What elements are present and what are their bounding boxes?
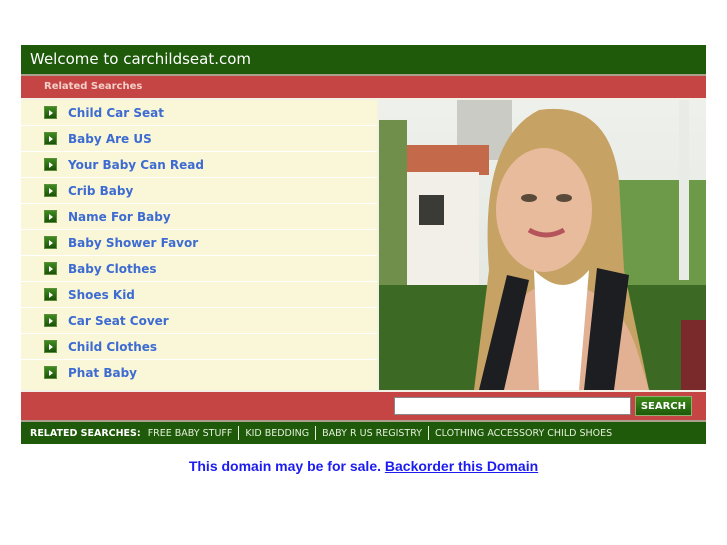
- backorder-link[interactable]: Backorder this Domain: [385, 458, 538, 474]
- search-bar: SEARCH: [21, 390, 706, 422]
- related-link[interactable]: Crib Baby: [68, 184, 133, 198]
- list-item[interactable]: Child Clothes: [21, 334, 377, 360]
- photo-illustration: [379, 100, 706, 390]
- arrow-bullet-icon: [44, 314, 57, 327]
- bottom-related-label: RELATED SEARCHES:: [30, 427, 141, 439]
- related-link[interactable]: Baby Shower Favor: [68, 236, 198, 250]
- related-searches-heading: Related Searches: [44, 81, 143, 92]
- list-item[interactable]: Baby Clothes: [21, 256, 377, 282]
- related-link[interactable]: Your Baby Can Read: [68, 158, 204, 172]
- content-area: Child Car Seat Baby Are US Your Baby Can…: [21, 100, 706, 390]
- list-item[interactable]: Name For Baby: [21, 204, 377, 230]
- list-item[interactable]: Your Baby Can Read: [21, 152, 377, 178]
- list-item[interactable]: Phat Baby: [21, 360, 377, 385]
- arrow-bullet-icon: [44, 262, 57, 275]
- arrow-bullet-icon: [44, 184, 57, 197]
- bottom-related-searches: RELATED SEARCHES: FREE BABY STUFF KID BE…: [21, 422, 706, 444]
- arrow-bullet-icon: [44, 210, 57, 223]
- related-link[interactable]: Phat Baby: [68, 366, 137, 380]
- arrow-bullet-icon: [44, 158, 57, 171]
- divider: [428, 426, 430, 440]
- related-searches-bar: Related Searches: [21, 76, 706, 100]
- arrow-bullet-icon: [44, 340, 57, 353]
- domain-sale-notice: This domain may be for sale. Backorder t…: [0, 458, 727, 474]
- bottom-related-link[interactable]: KID BEDDING: [245, 428, 309, 439]
- arrow-bullet-icon: [44, 366, 57, 379]
- arrow-bullet-icon: [44, 106, 57, 119]
- list-item[interactable]: Shoes Kid: [21, 282, 377, 308]
- divider: [315, 426, 317, 440]
- related-link[interactable]: Baby Are US: [68, 132, 152, 146]
- list-item[interactable]: Baby Are US: [21, 126, 377, 152]
- list-item[interactable]: Child Car Seat: [21, 100, 377, 126]
- related-link[interactable]: Child Clothes: [68, 340, 157, 354]
- sale-text: This domain may be for sale.: [188, 458, 381, 474]
- divider: [238, 426, 240, 440]
- list-item[interactable]: Baby Shower Favor: [21, 230, 377, 256]
- bottom-related-link[interactable]: BABY R US REGISTRY: [322, 428, 422, 439]
- arrow-bullet-icon: [44, 288, 57, 301]
- bottom-related-link[interactable]: CLOTHING ACCESSORY CHILD SHOES: [435, 428, 612, 439]
- arrow-bullet-icon: [44, 132, 57, 145]
- search-button[interactable]: SEARCH: [634, 396, 692, 416]
- related-links-list: Child Car Seat Baby Are US Your Baby Can…: [21, 100, 379, 390]
- hero-photo: [379, 100, 706, 390]
- related-link[interactable]: Baby Clothes: [68, 262, 157, 276]
- search-input[interactable]: [393, 397, 631, 415]
- arrow-bullet-icon: [44, 236, 57, 249]
- site-title: Welcome to carchildseat.com: [30, 50, 252, 68]
- related-link[interactable]: Name For Baby: [68, 210, 171, 224]
- page-container: Welcome to carchildseat.com Related Sear…: [21, 45, 706, 444]
- site-header: Welcome to carchildseat.com: [21, 45, 706, 76]
- related-link[interactable]: Car Seat Cover: [68, 314, 169, 328]
- list-item[interactable]: Crib Baby: [21, 178, 377, 204]
- related-link[interactable]: Child Car Seat: [68, 106, 164, 120]
- related-link[interactable]: Shoes Kid: [68, 288, 135, 302]
- list-item[interactable]: Car Seat Cover: [21, 308, 377, 334]
- bottom-related-link[interactable]: FREE BABY STUFF: [148, 428, 233, 439]
